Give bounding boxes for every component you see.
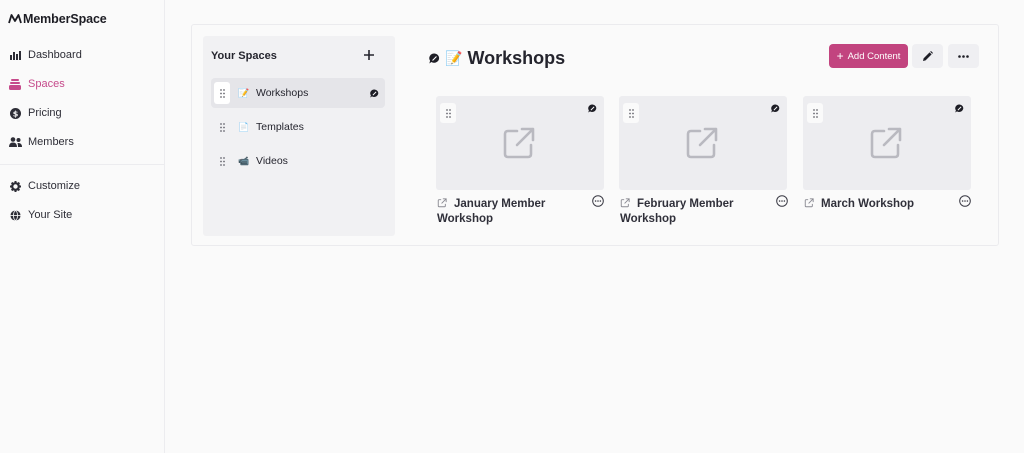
external-link-icon bbox=[502, 126, 536, 165]
dollar-icon: $ bbox=[8, 106, 22, 120]
space-item-templates[interactable]: 📄 Templates bbox=[211, 112, 385, 142]
nav-your-site[interactable]: Your Site bbox=[8, 205, 158, 225]
external-link-icon bbox=[620, 198, 634, 212]
comment-icon bbox=[586, 102, 598, 114]
content-more-button[interactable] bbox=[959, 195, 971, 207]
nav-spaces[interactable]: Spaces bbox=[8, 74, 158, 94]
sidebar-divider bbox=[0, 164, 164, 165]
comment-icon bbox=[368, 87, 380, 99]
content-title-february[interactable]: February Member Workshop bbox=[620, 197, 770, 226]
content-card-march[interactable] bbox=[803, 96, 971, 190]
external-link-icon bbox=[869, 126, 903, 165]
video-camera-icon: 📹 bbox=[238, 155, 250, 166]
svg-text:$: $ bbox=[12, 109, 18, 118]
nav-customize[interactable]: Customize bbox=[8, 176, 158, 196]
external-link-icon bbox=[437, 198, 451, 212]
brand-name: MemberSpace bbox=[23, 12, 107, 26]
comment-icon bbox=[953, 102, 965, 114]
nav-dashboard[interactable]: Dashboard bbox=[8, 45, 158, 65]
memo-icon: 📝 bbox=[445, 49, 463, 66]
comment-icon[interactable] bbox=[427, 53, 441, 64]
edit-button[interactable] bbox=[912, 44, 943, 68]
content-title-text: January Member Workshop bbox=[437, 198, 546, 225]
content-title-march[interactable]: March Workshop bbox=[804, 197, 954, 212]
space-item-label: Templates bbox=[256, 121, 304, 133]
add-content-label: Add Content bbox=[847, 50, 901, 62]
spaces-panel: Your Spaces 📝 Workshops 📄 Templates 📹 Vi… bbox=[203, 36, 395, 236]
page-icon: 📄 bbox=[238, 121, 250, 132]
drag-handle-icon[interactable] bbox=[623, 103, 639, 123]
space-item-videos[interactable]: 📹 Videos bbox=[211, 146, 385, 176]
more-circle-icon bbox=[592, 195, 604, 207]
add-space-button[interactable] bbox=[361, 47, 377, 63]
nav-pricing-label: Pricing bbox=[28, 107, 62, 119]
drag-handle-icon[interactable] bbox=[214, 150, 230, 172]
drag-handle-icon[interactable] bbox=[214, 116, 230, 138]
nav-customize-label: Customize bbox=[28, 180, 80, 192]
drag-handle-icon[interactable] bbox=[214, 82, 230, 104]
drag-handle-icon[interactable] bbox=[807, 103, 823, 123]
chart-icon bbox=[8, 48, 22, 62]
external-link-icon bbox=[685, 126, 719, 165]
nav-dashboard-label: Dashboard bbox=[28, 49, 82, 61]
nav-your-site-label: Your Site bbox=[28, 209, 73, 221]
brand-logo[interactable]: MemberSpace bbox=[8, 11, 107, 27]
members-icon bbox=[8, 135, 22, 149]
memo-icon: 📝 bbox=[238, 87, 250, 98]
pencil-icon bbox=[923, 50, 933, 61]
comment-icon bbox=[769, 102, 781, 114]
content-more-button[interactable] bbox=[776, 195, 788, 207]
nav-members-label: Members bbox=[28, 136, 74, 148]
gear-icon bbox=[8, 179, 22, 193]
nav-members[interactable]: Members bbox=[8, 132, 158, 152]
nav-spaces-label: Spaces bbox=[28, 78, 65, 90]
content-card-february[interactable] bbox=[619, 96, 787, 190]
external-link-icon bbox=[804, 198, 818, 212]
workspace-header: 📝 Workshops bbox=[427, 46, 565, 70]
plus-icon bbox=[364, 50, 374, 60]
space-item-label: Videos bbox=[256, 155, 288, 167]
spaces-icon bbox=[8, 77, 22, 91]
content-title-text: February Member Workshop bbox=[620, 198, 734, 225]
content-title-january[interactable]: January Member Workshop bbox=[437, 197, 587, 226]
brand-mark-icon bbox=[8, 14, 22, 24]
content-title-text: March Workshop bbox=[821, 198, 915, 210]
sidebar: MemberSpace Dashboard Spaces $ Pricing M… bbox=[0, 0, 165, 453]
spaces-title: Your Spaces bbox=[211, 50, 277, 62]
add-content-button[interactable]: + Add Content bbox=[829, 44, 908, 68]
more-circle-icon bbox=[776, 195, 788, 207]
more-options-button[interactable] bbox=[948, 44, 979, 68]
more-circle-icon bbox=[959, 195, 971, 207]
content-more-button[interactable] bbox=[592, 195, 604, 207]
drag-handle-icon[interactable] bbox=[440, 103, 456, 123]
nav-pricing[interactable]: $ Pricing bbox=[8, 103, 158, 123]
page-title: Workshops bbox=[467, 47, 566, 68]
space-item-label: Workshops bbox=[256, 87, 309, 99]
plus-icon: + bbox=[836, 49, 844, 63]
space-item-workshops[interactable]: 📝 Workshops bbox=[211, 78, 385, 108]
globe-icon bbox=[8, 208, 22, 222]
content-card-january[interactable] bbox=[436, 96, 604, 190]
more-horizontal-icon bbox=[958, 54, 969, 58]
